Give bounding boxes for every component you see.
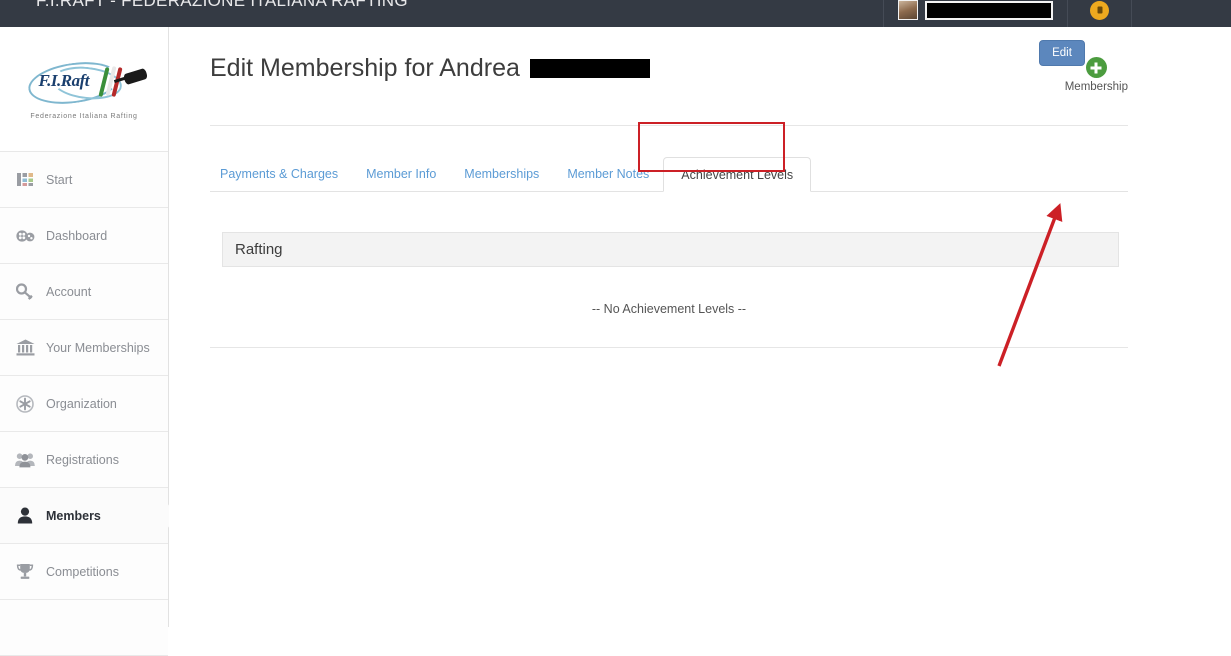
sidebar-item-label: Members bbox=[46, 508, 101, 523]
top-navigation-bar: F.I.RAFT - FEDERAZIONE ITALIANA RAFTING bbox=[0, 0, 1231, 27]
sidebar-item-label: Organization bbox=[46, 396, 117, 411]
notifications-button[interactable] bbox=[1067, 0, 1131, 27]
brand-logo[interactable]: F.I.Raft Federazione Italiana Rafting bbox=[0, 27, 168, 152]
sidebar-item-label: Competitions bbox=[46, 564, 119, 579]
user-avatar-photo-icon bbox=[898, 0, 918, 20]
sidebar-item-registrations[interactable]: Registrations bbox=[0, 432, 168, 488]
content-bottom-divider bbox=[210, 347, 1128, 348]
sidebar-item-partial[interactable] bbox=[0, 600, 168, 656]
main-content: Edit Membership for Andrea Membership Pa… bbox=[169, 27, 1231, 627]
tab-member-info[interactable]: Member Info bbox=[352, 157, 450, 191]
tab-achievement-levels[interactable]: Achievement Levels bbox=[663, 157, 812, 192]
page-header: Edit Membership for Andrea Membership bbox=[210, 54, 1128, 93]
sidebar-item-account[interactable]: Account bbox=[0, 264, 168, 320]
gauge-icon bbox=[14, 226, 36, 246]
sidebar-item-label: Account bbox=[46, 284, 92, 299]
topbar-right-group bbox=[883, 0, 1231, 27]
tab-payments-and-charges[interactable]: Payments & Charges bbox=[210, 157, 352, 191]
topbar-spacer bbox=[1131, 0, 1231, 27]
edit-button[interactable]: Edit bbox=[1039, 40, 1085, 66]
asterisk-gear-icon bbox=[14, 394, 36, 414]
sidebar-item-members[interactable]: Members bbox=[0, 488, 168, 544]
page-title-text: Edit Membership for Andrea bbox=[210, 54, 520, 82]
sidebar-item-organization[interactable]: Organization bbox=[0, 376, 168, 432]
header-divider bbox=[210, 125, 1128, 126]
key-icon bbox=[14, 282, 36, 302]
sidebar: F.I.Raft Federazione Italiana Rafting St… bbox=[0, 27, 169, 656]
page-title: Edit Membership for Andrea bbox=[210, 54, 650, 83]
sidebar-item-label: Dashboard bbox=[46, 228, 108, 243]
site-title: F.I.RAFT - FEDERAZIONE ITALIANA RAFTING bbox=[36, 0, 408, 10]
trophy-icon bbox=[14, 562, 36, 582]
panel-header-rafting: Rafting bbox=[222, 232, 1119, 267]
sidebar-item-competitions[interactable]: Competitions bbox=[0, 544, 168, 600]
paddle-blade-icon bbox=[122, 67, 148, 85]
bell-icon bbox=[1090, 0, 1109, 20]
bank-icon bbox=[14, 338, 36, 358]
logo-mark-icon: F.I.Raft bbox=[22, 56, 148, 109]
logo-brand-text: F.I.Raft bbox=[38, 70, 90, 90]
sidebar-item-your-memberships[interactable]: Your Memberships bbox=[0, 320, 168, 376]
tab-bar: Payments & Charges Member Info Membershi… bbox=[210, 157, 1128, 192]
sidebar-item-start[interactable]: Start bbox=[0, 152, 168, 208]
grid-icon bbox=[14, 170, 36, 190]
user-menu[interactable] bbox=[883, 0, 1067, 27]
people-icon bbox=[14, 450, 36, 470]
username-redacted bbox=[925, 0, 1053, 20]
sidebar-item-label: Registrations bbox=[46, 452, 119, 467]
person-icon bbox=[14, 506, 36, 526]
plus-circle-icon bbox=[1085, 57, 1107, 78]
empty-state-message: -- No Achievement Levels -- bbox=[591, 302, 747, 316]
add-membership-label: Membership bbox=[1064, 81, 1128, 93]
logo-tagline: Federazione Italiana Rafting bbox=[30, 112, 138, 120]
sidebar-item-label: Start bbox=[46, 172, 73, 187]
sidebar-item-dashboard[interactable]: Dashboard bbox=[0, 208, 168, 264]
tab-memberships[interactable]: Memberships bbox=[450, 157, 553, 191]
sidebar-item-label: Your Memberships bbox=[46, 340, 150, 355]
member-surname-redacted bbox=[529, 59, 650, 78]
tab-member-notes[interactable]: Member Notes bbox=[553, 157, 663, 191]
